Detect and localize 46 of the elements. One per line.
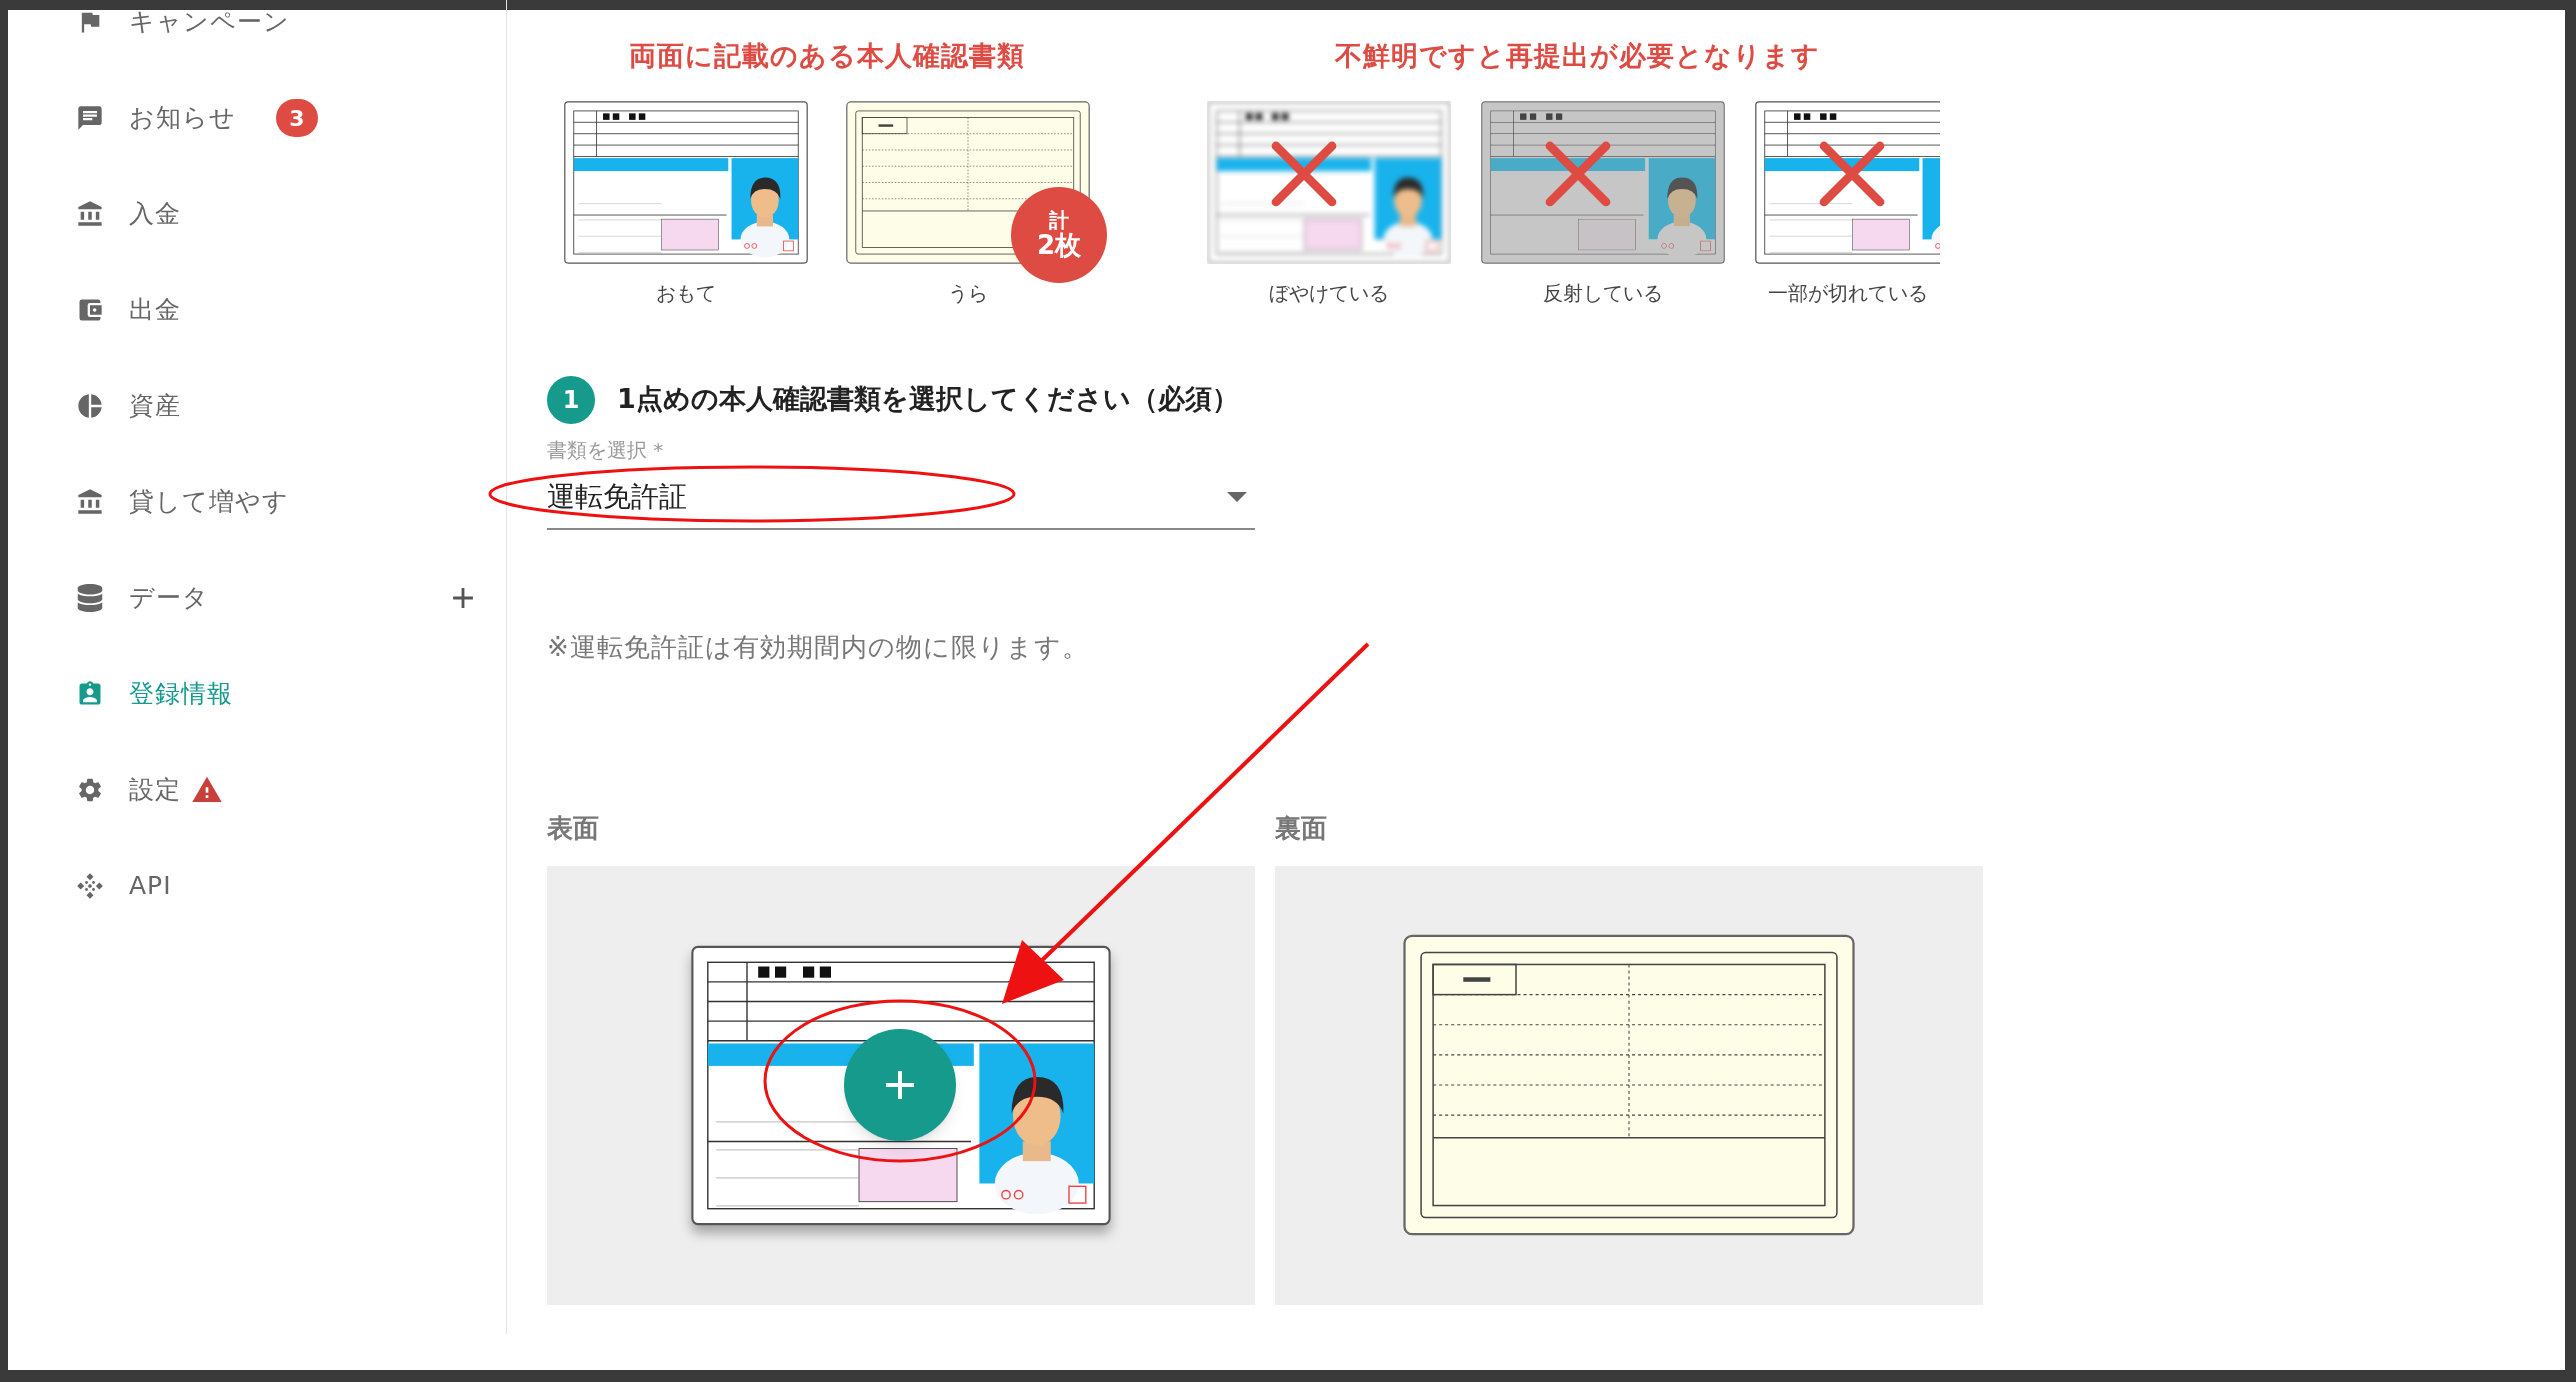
count-badge: 計 2枚 <box>1011 186 1107 283</box>
sidebar-label: 設定 <box>129 774 181 807</box>
sidebar-label: 入金 <box>129 198 181 231</box>
example-caption: 一部が切れている <box>1767 279 1928 307</box>
settings-icon <box>76 776 104 804</box>
sidebar-item[interactable]: お知らせ 3 <box>8 70 506 166</box>
example-caption: うら <box>948 279 988 307</box>
sidebar-item[interactable]: 入金 <box>8 166 506 262</box>
pie-chart-icon <box>76 392 104 420</box>
upload-label: 裏面 <box>1275 811 1328 845</box>
sidebar-item[interactable]: 出金 <box>8 262 506 358</box>
example-caption: おもて <box>656 279 716 307</box>
sidebar-item[interactable]: API <box>8 838 506 934</box>
sidebar-label: データ <box>129 582 209 615</box>
chat-icon <box>76 104 104 132</box>
database-icon <box>76 584 104 612</box>
sidebar-label: API <box>129 870 172 903</box>
select-label: 書類を選択 * <box>547 439 664 460</box>
section-heading: 不鮮明ですと再提出が必要となります <box>1334 39 1820 73</box>
sidebar-label: キャンペーン <box>129 6 290 39</box>
sidebar-item[interactable]: キャンペーン <box>8 0 506 70</box>
sidebar-label: 資産 <box>129 390 181 423</box>
select-value: 運転免許証 <box>547 478 687 515</box>
step-title: 1点めの本人確認書類を選択してください（必須） <box>617 382 1239 417</box>
sidebar-item[interactable]: 貸して増やす <box>8 454 506 550</box>
example-caption: ぼやけている <box>1269 279 1389 307</box>
sidebar-item[interactable]: 資産 <box>8 358 506 454</box>
sidebar-label: 登録情報 <box>129 678 233 711</box>
dropdown-caret-icon <box>1227 491 1247 502</box>
sidebar-label: 出金 <box>129 294 181 327</box>
bank-icon <box>76 488 104 516</box>
validity-note: ※運転免許証は有効期間内の物に限ります。 <box>547 630 1090 664</box>
sidebar-item[interactable]: 設定 <box>8 742 506 838</box>
upload-area[interactable] <box>547 865 1255 1305</box>
sidebar-label: 貸して増やす <box>129 486 289 519</box>
upload-area[interactable] <box>1275 865 1983 1305</box>
step-number: 1 <box>547 375 595 424</box>
section-heading: 両面に記載のある本人確認書類 <box>629 39 1025 73</box>
upload-label: 表面 <box>547 811 600 845</box>
sidebar-item[interactable]: データ <box>8 550 506 646</box>
example-caption: 反射している <box>1543 279 1663 307</box>
document-select[interactable]: 書類を選択 * 運転免許証 <box>547 439 1255 530</box>
bank-icon <box>76 200 104 228</box>
api-icon <box>76 872 104 900</box>
sidebar-label: お知らせ <box>129 102 236 135</box>
notification-badge: 3 <box>276 99 318 137</box>
